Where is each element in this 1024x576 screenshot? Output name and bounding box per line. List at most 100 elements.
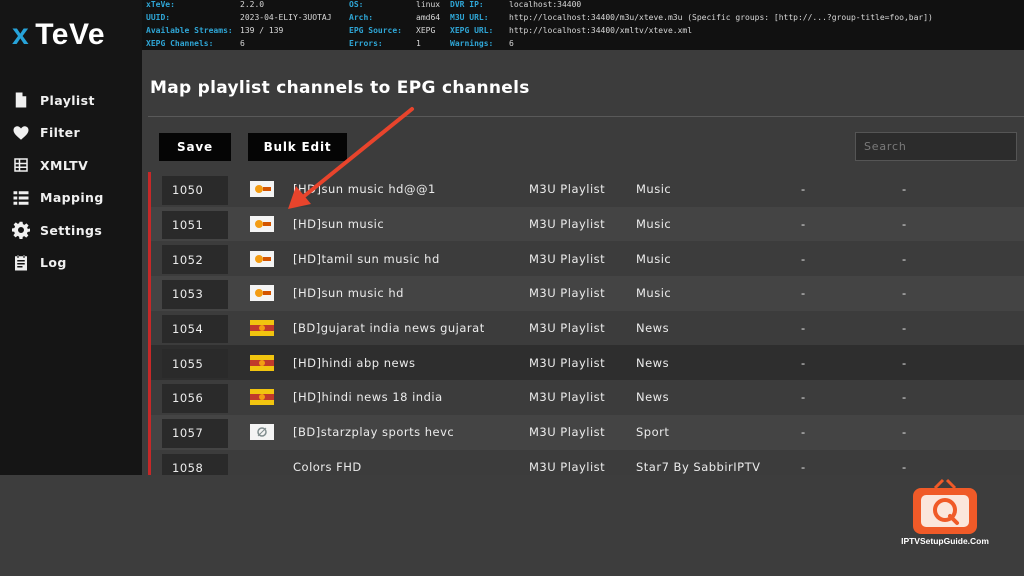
xmltv-channel: - <box>902 390 907 405</box>
channel-source: M3U Playlist <box>529 251 606 266</box>
channel-name: [HD]hindi news 18 india <box>293 390 443 405</box>
bulk-edit-button[interactable]: Bulk Edit <box>248 133 347 161</box>
channel-name: Colors FHD <box>293 459 362 474</box>
info-errors: Errors: <box>349 39 383 48</box>
logo-x: x <box>12 18 30 51</box>
channel-source: M3U Playlist <box>529 286 606 301</box>
sidebar-item-playlist[interactable]: Playlist <box>12 84 104 117</box>
channel-number[interactable]: 1057 <box>162 418 228 448</box>
info-warnings: Warnings: <box>450 39 494 48</box>
channel-source: M3U Playlist <box>529 459 606 474</box>
info-xteve: xTeVe: <box>146 0 175 9</box>
xmltv-file: - <box>801 286 806 301</box>
info-uuid-value: 2023-04-ELIY-3UOTAJ <box>240 13 332 22</box>
channel-group: Music <box>636 251 672 266</box>
channel-group: Music <box>636 182 672 197</box>
channel-group: Music <box>636 217 672 232</box>
sidebar-item-settings[interactable]: Settings <box>12 214 104 247</box>
xmltv-channel: - <box>902 459 907 474</box>
info-m3u-url: M3U URL: <box>450 13 489 22</box>
info-xepg-url: XEPG URL: <box>450 26 494 35</box>
channel-group: Sport <box>636 425 670 440</box>
info-xepg-channels: XEPG Channels: <box>146 39 214 48</box>
channel-source: M3U Playlist <box>529 355 606 370</box>
channel-logo <box>250 380 274 415</box>
info-os: OS: <box>349 0 364 9</box>
sidebar-item-xmltv[interactable]: XMLTV <box>12 149 104 182</box>
watermark-text: IPTVSetupGuide.Com <box>901 536 989 546</box>
xmltv-file: - <box>801 182 806 197</box>
info-streams: Available Streams: <box>146 26 233 35</box>
info-xepg-channels-value: 6 <box>240 39 245 48</box>
info-m3u-url-value[interactable]: http://localhost:34400/m3u/xteve.m3u (Sp… <box>509 13 933 22</box>
xmltv-file: - <box>801 321 806 336</box>
channel-number[interactable]: 1052 <box>162 245 228 275</box>
info-warnings-value: 6 <box>509 39 514 48</box>
search-input[interactable] <box>855 132 1017 161</box>
xmltv-channel: - <box>902 217 907 232</box>
info-arch-value: amd64 <box>416 13 441 22</box>
app-logo[interactable]: x TeVe <box>12 18 105 52</box>
sidebar-item-mapping[interactable]: Mapping <box>12 182 104 215</box>
channel-group: News <box>636 355 670 370</box>
channel-logo <box>250 207 274 242</box>
info-epg-source: EPG Source: <box>349 26 402 35</box>
channel-name: [HD]tamil sun music hd <box>293 251 440 266</box>
channel-number[interactable]: 1050 <box>162 176 228 205</box>
log-icon <box>15 255 27 271</box>
title-divider <box>148 116 1024 117</box>
xmltv-channel: - <box>902 425 907 440</box>
channel-number[interactable]: 1051 <box>162 210 228 240</box>
table-row[interactable]: 1055 [HD]hindi abp news M3U Playlist News - - <box>151 345 1024 381</box>
xmltv-file: - <box>801 425 806 440</box>
heart-icon <box>13 126 29 140</box>
channel-number[interactable]: 1055 <box>162 349 228 379</box>
channel-group: News <box>636 321 670 336</box>
channel-number[interactable]: 1053 <box>162 280 228 309</box>
info-epg-source-value: XEPG <box>416 26 436 35</box>
channel-name: [HD]sun music hd <box>293 286 404 301</box>
sidebar-item-label: Filter <box>40 125 81 141</box>
xmltv-channel: - <box>902 355 907 370</box>
info-xepg-url-value[interactable]: http://localhost:34400/xmltv/xteve.xml <box>509 26 692 35</box>
channel-source: M3U Playlist <box>529 217 606 232</box>
table-row[interactable]: 1054 [BD]gujarat india news gujarat M3U Pl… <box>151 311 1024 346</box>
file-icon <box>15 92 27 108</box>
info-streams-value: 139 / 139 <box>240 26 284 35</box>
info-arch: Arch: <box>349 13 374 22</box>
channel-number[interactable]: 1056 <box>162 384 228 413</box>
channel-group: Music <box>636 286 672 301</box>
channel-name: [HD]sun music <box>293 217 385 232</box>
xmltv-file: - <box>801 459 806 474</box>
channel-number[interactable]: 1054 <box>162 314 228 344</box>
table-row[interactable]: 1056 [HD]hindi news 18 india M3U Playlist N… <box>151 380 1024 415</box>
table-row[interactable]: 1050 [HD]sun music hd@@1 M3U Playlist Music… <box>151 172 1024 207</box>
info-xteve-value: 2.2.0 <box>240 0 265 9</box>
sidebar-item-filter[interactable]: Filter <box>12 117 104 150</box>
channel-logo <box>250 311 274 346</box>
sidebar-item-label: Log <box>40 255 67 271</box>
table-row[interactable]: 1058 Colors FHD M3U Playlist Star7 By Sabbi… <box>151 450 1024 475</box>
app-window: x TeVe Playlist Filter XMLTV Mapping Sett… <box>0 0 1024 576</box>
channel-source: M3U Playlist <box>529 425 606 440</box>
table-row[interactable]: 1051 [HD]sun music M3U Playlist Music - - <box>151 206 1024 242</box>
channel-name: [HD]hindi abp news <box>293 355 416 370</box>
status-info-bar: xTeVe: 2.2.0 UUID: 2023-04-ELIY-3UOTAJ A… <box>142 0 1024 50</box>
table-row[interactable]: 1053 [HD]sun music hd M3U Playlist Music - - <box>151 276 1024 311</box>
channel-logo <box>250 415 274 450</box>
sidebar-item-log[interactable]: Log <box>12 247 104 280</box>
channel-group: News <box>636 390 670 405</box>
xmltv-file: - <box>801 390 806 405</box>
save-button[interactable]: Save <box>159 133 231 161</box>
channel-source: M3U Playlist <box>529 390 606 405</box>
table-row[interactable]: 1057 [BD]starzplay sports hevc M3U Playlis… <box>151 414 1024 450</box>
xmltv-file: - <box>801 217 806 232</box>
info-errors-value: 1 <box>416 39 421 48</box>
sidebar-item-label: Settings <box>40 222 103 238</box>
mapping-table: 1050 [HD]sun music hd@@1 M3U Playlist Music… <box>148 172 1024 475</box>
info-dvr-ip-value: localhost:34400 <box>509 0 582 9</box>
xmltv-file: - <box>801 355 806 370</box>
channel-source: M3U Playlist <box>529 182 606 197</box>
channel-number[interactable]: 1058 <box>162 453 228 475</box>
table-row[interactable]: 1052 [HD]tamil sun music hd M3U Playlist Mu… <box>151 241 1024 276</box>
